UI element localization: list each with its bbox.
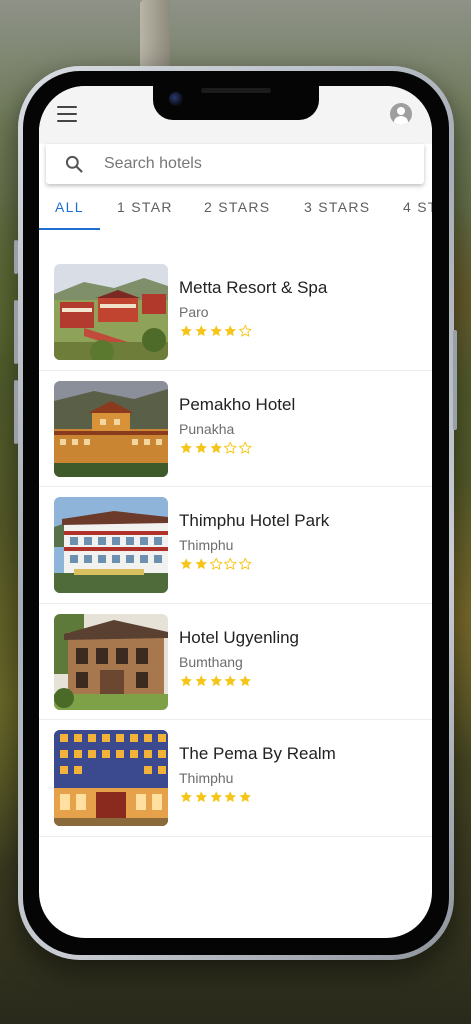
- hotel-photo: [54, 380, 168, 477]
- star-outline-icon: [224, 441, 237, 454]
- hotel-list: Metta Resort & Spa Paro Pemakho Hotel Pu…: [39, 254, 432, 837]
- star-filled-icon: [195, 791, 207, 803]
- hotel-star-rating: [179, 557, 253, 571]
- star-filled-icon: [180, 791, 192, 803]
- star-filter-tabs: ALL 1 STAR 2 STARS 3 STARS 4 STARS: [39, 184, 432, 230]
- phone-screen: ALL 1 STAR 2 STARS 3 STARS 4 STARS Metta Res…: [39, 86, 432, 938]
- star-filled-icon: [180, 325, 192, 337]
- star-outline-icon: [239, 441, 252, 454]
- star-filled-icon: [224, 791, 237, 803]
- hotel-star-rating: [179, 324, 253, 338]
- star-outline-icon: [224, 557, 237, 570]
- star-filled-icon: [210, 325, 222, 337]
- star-filled-icon: [195, 674, 207, 686]
- star-filled-icon: [180, 558, 192, 570]
- front-camera: [169, 92, 183, 106]
- tab-4-stars[interactable]: 4 STARS: [403, 184, 432, 230]
- tab-2-stars[interactable]: 2 STARS: [204, 184, 270, 230]
- hotel-star-rating: [179, 790, 253, 804]
- hotel-list-item[interactable]: Metta Resort & Spa Paro: [39, 254, 432, 371]
- star-outline-icon: [209, 557, 223, 570]
- hotel-list-item[interactable]: Pemakho Hotel Punakha: [39, 371, 432, 487]
- account-circle-icon[interactable]: [390, 103, 412, 125]
- phone-mute-button: [14, 240, 18, 274]
- hotel-photo: [54, 497, 168, 593]
- phone-power-button: [453, 330, 457, 430]
- hotel-name: Metta Resort & Spa: [179, 278, 328, 297]
- star-filled-icon: [224, 325, 237, 337]
- hotel-location: Thimphu: [179, 770, 234, 786]
- star-outline-icon: [239, 557, 252, 570]
- star-filled-icon: [210, 791, 222, 803]
- hotel-list-item[interactable]: The Pema By Realm Thimphu: [39, 720, 432, 837]
- tab-3-stars[interactable]: 3 STARS: [304, 184, 370, 230]
- hotel-star-rating: [179, 441, 253, 455]
- hotel-photo: [54, 264, 168, 360]
- hotel-name: Pemakho Hotel: [179, 394, 296, 414]
- star-filled-icon: [180, 441, 192, 453]
- phone-volume-up-button: [14, 300, 18, 364]
- star-filled-icon: [195, 441, 207, 453]
- star-filled-icon: [239, 791, 252, 803]
- hotel-photo: [54, 613, 168, 710]
- star-outline-icon: [239, 324, 252, 337]
- hotel-star-rating: [179, 674, 253, 688]
- star-filled-icon: [210, 674, 222, 686]
- star-filled-icon: [239, 674, 252, 686]
- star-filled-icon: [180, 674, 192, 686]
- hotel-location: Thimphu: [179, 537, 234, 553]
- background-tree-trunk: [140, 0, 170, 70]
- tab-all[interactable]: ALL: [39, 184, 100, 230]
- tab-1-star[interactable]: 1 STAR: [117, 184, 173, 230]
- phone-notch: [153, 86, 319, 120]
- phone-volume-down-button: [14, 380, 18, 444]
- hotel-location: Bumthang: [179, 653, 243, 670]
- earpiece-speaker: [201, 88, 271, 93]
- star-filled-icon: [195, 325, 207, 337]
- star-filled-icon: [195, 558, 207, 570]
- search-input[interactable]: [104, 150, 404, 178]
- hotel-photo: [54, 730, 168, 826]
- hotel-name: The Pema By Realm: [179, 744, 336, 763]
- hotel-name: Hotel Ugyenling: [179, 627, 300, 647]
- hotel-list-item[interactable]: Hotel Ugyenling Bumthang: [39, 604, 432, 720]
- star-filled-icon: [224, 674, 237, 686]
- menu-icon[interactable]: [57, 106, 77, 122]
- hotel-name: Thimphu Hotel Park: [179, 511, 330, 530]
- hotel-list-item[interactable]: Thimphu Hotel Park Thimphu: [39, 487, 432, 604]
- hotel-location: Punakha: [179, 420, 235, 437]
- search-bar: [46, 144, 424, 184]
- hotel-location: Paro: [179, 304, 209, 320]
- star-filled-icon: [210, 441, 222, 453]
- search-icon[interactable]: [64, 154, 84, 174]
